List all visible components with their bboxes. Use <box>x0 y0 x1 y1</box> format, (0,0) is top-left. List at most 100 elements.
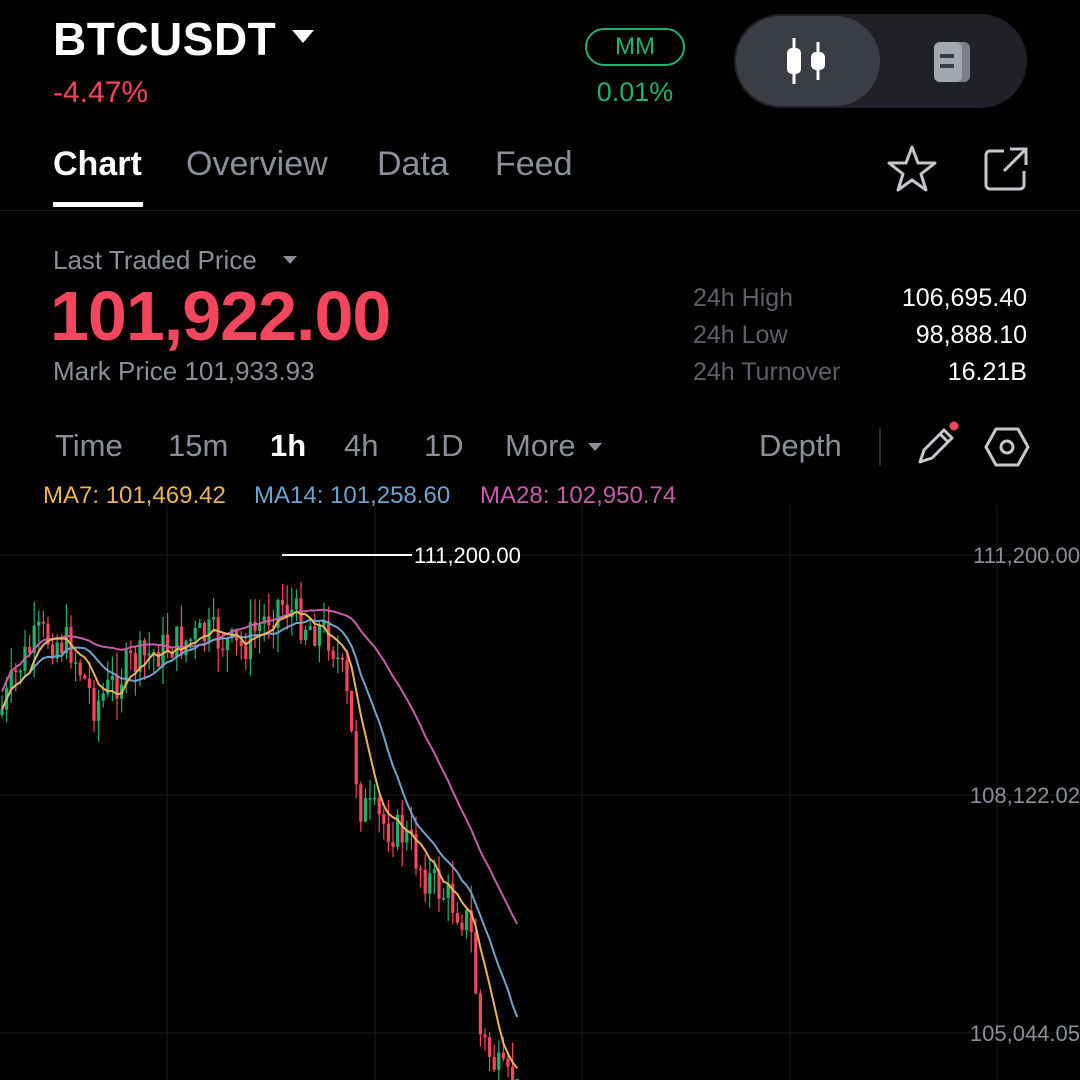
candle-body <box>37 621 41 626</box>
candle-body <box>423 869 427 894</box>
candle-body <box>460 922 464 930</box>
candle-body <box>465 910 469 930</box>
candle-body <box>455 912 459 923</box>
tab-overview[interactable]: Overview <box>186 145 328 184</box>
candle-body <box>258 623 262 632</box>
candle-body <box>331 650 335 659</box>
y-axis-tick-2: 108,122.02 <box>969 783 1080 808</box>
candle-body <box>97 700 101 721</box>
candle-body <box>299 598 303 641</box>
candle-body <box>492 1056 496 1070</box>
share-icon[interactable] <box>982 145 1030 193</box>
candle-body <box>442 898 446 900</box>
candle-body <box>193 627 197 640</box>
candle-body <box>377 797 381 815</box>
candle-body <box>60 642 64 654</box>
tab-feed[interactable]: Feed <box>495 145 573 184</box>
candle-body <box>506 1058 510 1067</box>
candle-body <box>340 657 344 660</box>
timeframe-1d[interactable]: 1D <box>424 428 464 464</box>
last-price: 101,922.00 <box>50 277 391 355</box>
candle-body <box>41 621 45 624</box>
candle-body <box>83 675 87 679</box>
candle-body <box>488 1037 492 1057</box>
star-icon[interactable] <box>885 143 939 195</box>
timeframe-time[interactable]: Time <box>55 428 123 464</box>
candle-body <box>359 784 363 822</box>
candle-body <box>363 798 367 822</box>
mm-badge[interactable]: MM <box>585 28 685 66</box>
more-caret-icon <box>588 443 602 451</box>
candle-body <box>368 798 372 800</box>
candle-body <box>207 619 211 642</box>
tab-chart[interactable]: Chart <box>53 145 142 184</box>
ma7-line <box>1 610 518 1069</box>
candle-body <box>419 868 423 871</box>
candle-body <box>133 653 137 672</box>
stat-label-high: 24h High <box>693 284 794 312</box>
candle-body <box>304 629 308 641</box>
candle-body <box>179 626 183 656</box>
candle-body <box>161 634 165 667</box>
symbol-title[interactable]: BTCUSDT <box>53 12 276 66</box>
high-marker-line <box>282 554 412 556</box>
timeframe-4h[interactable]: 4h <box>344 428 378 464</box>
candle-body <box>78 662 82 676</box>
y-axis-tick-1: 111,200.00 <box>973 543 1080 568</box>
candle-body <box>115 675 119 699</box>
candle-body <box>212 617 216 620</box>
candle-body <box>400 814 404 843</box>
candle-body <box>202 623 206 642</box>
candlestick-icon <box>787 38 825 84</box>
notification-dot <box>949 421 959 431</box>
document-icon <box>934 42 970 82</box>
candle-body <box>225 638 229 651</box>
stat-label-turnover: 24h Turnover <box>693 358 841 386</box>
candle-body <box>497 1052 501 1070</box>
candle-body <box>391 842 395 847</box>
candle-body <box>216 617 220 649</box>
depth-tab[interactable]: Depth <box>759 428 842 464</box>
candle-body <box>511 1066 515 1080</box>
candle-body <box>501 1052 505 1059</box>
timeframe-1h[interactable]: 1h <box>270 428 306 464</box>
timeframe-more[interactable]: More <box>505 428 576 464</box>
candle-body <box>308 626 312 630</box>
candle-body <box>92 688 96 721</box>
candle-body <box>110 675 114 680</box>
ma14-line <box>1 618 519 1018</box>
stat-value-turnover: 16.21B <box>947 358 1027 386</box>
candle-body <box>386 823 390 843</box>
high-marker-label: 111,200.00 <box>414 543 521 568</box>
candle-body <box>432 869 436 874</box>
mm-value: 0.01% <box>596 77 674 107</box>
candle-body <box>294 598 298 610</box>
candle-body <box>189 639 193 641</box>
candle-body <box>221 648 225 651</box>
candle-body <box>253 621 257 632</box>
candlestick-chart[interactable] <box>0 505 1080 1080</box>
toggle-document-option[interactable] <box>880 16 1024 106</box>
price-change-percent: -4.47% <box>53 76 149 109</box>
stat-label-low: 24h Low <box>693 321 788 349</box>
candle-body <box>336 657 340 660</box>
candle-body <box>354 731 358 785</box>
hexagon-settings-icon[interactable] <box>984 424 1030 470</box>
mark-price: Mark Price 101,933.93 <box>53 356 315 386</box>
candle-body <box>478 993 482 1035</box>
candle-body <box>483 1034 487 1038</box>
price-type-caret-icon[interactable] <box>283 256 297 264</box>
candle-body <box>198 623 202 628</box>
candle-body <box>244 646 248 659</box>
stat-value-high: 106,695.40 <box>901 284 1027 312</box>
candle-body <box>87 678 91 689</box>
pencil-icon[interactable] <box>912 420 962 470</box>
candle-body <box>129 650 133 654</box>
toggle-chart-option[interactable] <box>736 16 880 106</box>
symbol-dropdown-caret-icon[interactable] <box>292 30 314 43</box>
tab-data[interactable]: Data <box>377 145 449 184</box>
timeframe-15m[interactable]: 15m <box>168 428 228 464</box>
last-traded-price-label[interactable]: Last Traded Price <box>53 245 257 276</box>
candle-body <box>74 662 78 665</box>
candle-body <box>281 600 285 605</box>
